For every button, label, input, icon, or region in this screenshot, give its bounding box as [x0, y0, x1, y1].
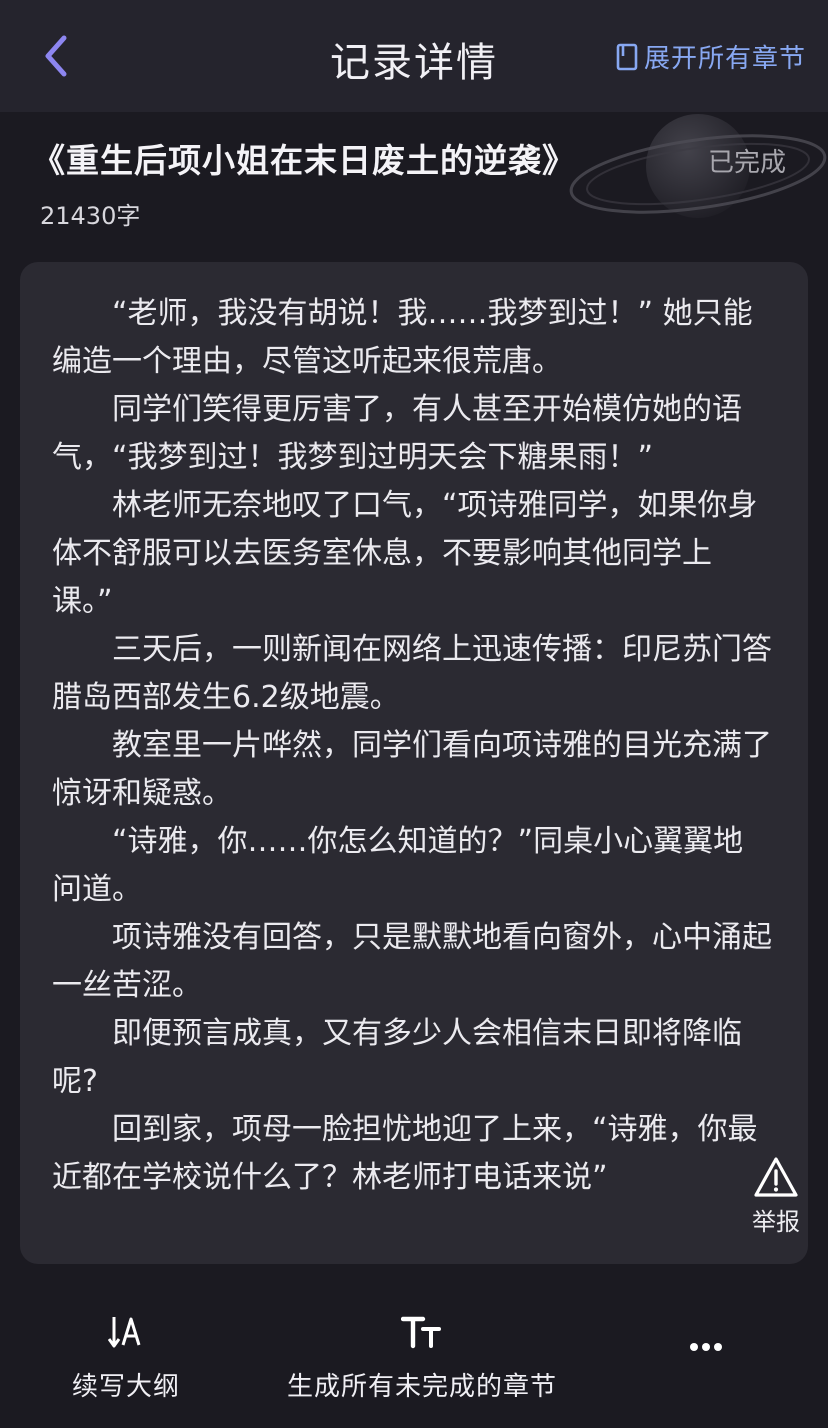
more-options-icon[interactable] [688, 1336, 734, 1356]
book-icon [616, 43, 638, 70]
paragraph: 教室里一片哗然，同学们看向项诗雅的目光充满了惊讶和疑惑。 [52, 728, 772, 811]
paragraph: 即便预言成真，又有多少人会相信末日即将降临呢? [52, 1016, 742, 1099]
paragraph: 项诗雅没有回答，只是默默地看向窗外，心中涌起一丝苦涩。 [52, 920, 772, 1003]
report-button[interactable]: 举报 [744, 1156, 808, 1237]
report-label: 举报 [752, 1208, 800, 1236]
text-size-icon [401, 1316, 441, 1349]
paragraph: “诗雅，你……你怎么知道的？”同桌小心翼翼地问道。 [52, 824, 744, 907]
warning-icon [754, 1157, 798, 1197]
generate-all-chapters-button[interactable]: 生成所有未完成的章节 [276, 1314, 568, 1403]
continue-outline-label: 续写大纲 [71, 1372, 180, 1402]
planet-decoration-icon [569, 114, 827, 218]
completion-status: 已完成 [707, 148, 786, 178]
continue-writing-icon [108, 1317, 141, 1348]
paragraph: 同学们笑得更厉害了，有人甚至开始模仿她的语气，“我梦到过！我梦到过明天会下糖果雨… [52, 392, 742, 475]
book-title: 《重生后项小姐在末日废土的逆袭》 [32, 141, 576, 180]
generate-all-chapters-label: 生成所有未完成的章节 [286, 1372, 557, 1402]
word-count: 21430字 [40, 202, 141, 230]
bottom-action-bar: 续写大纲 生成所有未完成的章节 [0, 1290, 828, 1428]
expand-all-chapters-label: 展开所有章节 [643, 44, 806, 74]
paragraph: 林老师无奈地叹了口气，“项诗雅同学，如果你身体不舒服可以去医务室休息，不要影响其… [52, 488, 758, 619]
paragraph: 回到家，项母一脸担忧地迎了上来，“诗雅，你最近都在学校说什么了？林老师打电话来说… [52, 1112, 758, 1195]
paragraph: 三天后，一则新闻在网络上迅速传播：印尼苏门答腊岛西部发生6.2级地震。 [52, 632, 772, 715]
top-nav-bar: 记录详情 展开所有章节 [0, 0, 828, 112]
chapter-text[interactable]: “老师，我没有胡说！我……我梦到过！” 她只能编造一个理由，尽管这听起来很荒唐。… [52, 290, 772, 1212]
paragraph: “老师，我没有胡说！我……我梦到过！” 她只能编造一个理由，尽管这听起来很荒唐。 [52, 296, 753, 379]
continue-outline-button[interactable]: 续写大纲 [64, 1314, 188, 1403]
chapter-content-card: “老师，我没有胡说！我……我梦到过！” 她只能编造一个理由，尽管这听起来很荒唐。… [20, 262, 808, 1264]
expand-all-chapters-button[interactable]: 展开所有章节 [616, 38, 806, 75]
